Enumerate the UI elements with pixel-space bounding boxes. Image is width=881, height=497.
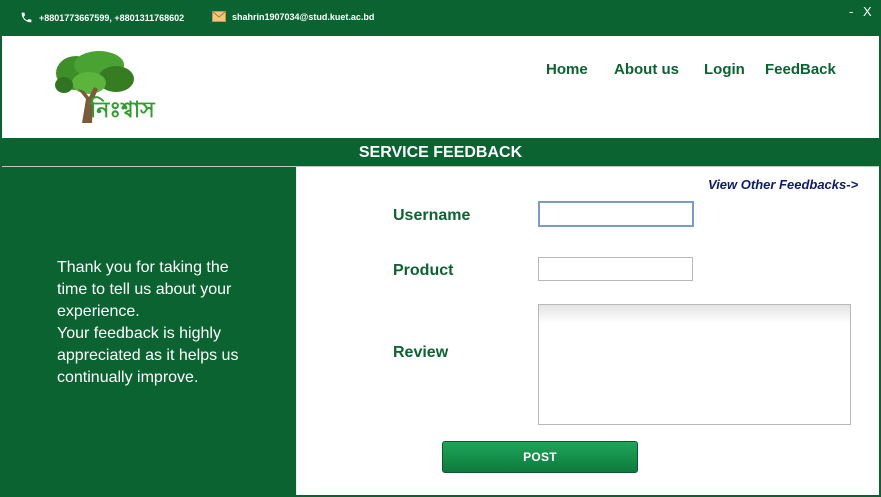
phone-contact: +8801773667599, +8801311768602 xyxy=(20,11,184,24)
feedback-form: View Other Feedbacks-> Username Product … xyxy=(297,167,879,495)
username-input[interactable] xyxy=(538,201,694,227)
username-label: Username xyxy=(393,207,471,224)
nav-login[interactable]: Login xyxy=(704,61,745,78)
feedback-window: +8801773667599, +8801311768602 shahrin19… xyxy=(0,0,881,497)
email-contact: shahrin1907034@stud.kuet.ac.bd xyxy=(212,11,374,22)
main-nav: Home About us Login FeedBack xyxy=(2,61,879,81)
post-button[interactable]: POST xyxy=(442,441,638,473)
product-label: Product xyxy=(393,262,454,279)
nav-home[interactable]: Home xyxy=(546,61,588,78)
phone-numbers: +8801773667599, +8801311768602 xyxy=(39,12,185,23)
nav-about-us[interactable]: About us xyxy=(614,61,679,78)
site-header: নিঃশ্বাস Home About us Login FeedBack xyxy=(2,36,879,138)
view-other-feedbacks-link[interactable]: View Other Feedbacks-> xyxy=(708,177,858,192)
close-button[interactable]: X xyxy=(863,4,872,19)
thank-you-panel: Thank you for taking the time to tell us… xyxy=(2,167,297,495)
contact-bar: +8801773667599, +8801311768602 shahrin19… xyxy=(0,0,881,36)
product-input[interactable] xyxy=(538,257,693,281)
logo-wordmark: নিঃশ্বাস xyxy=(89,96,156,123)
appreciation-line: Your feedback is highly appreciated as i… xyxy=(57,325,239,386)
mail-icon xyxy=(212,11,226,22)
phone-icon xyxy=(21,12,32,23)
review-textarea[interactable] xyxy=(538,304,851,425)
thank-you-message: Thank you for taking the time to tell us… xyxy=(57,257,262,389)
minimize-button[interactable]: - xyxy=(849,4,853,19)
nav-feedback[interactable]: FeedBack xyxy=(765,61,836,78)
page-title: SERVICE FEEDBACK xyxy=(2,140,879,167)
email-address: shahrin1907034@stud.kuet.ac.bd xyxy=(232,11,375,22)
review-label: Review xyxy=(393,344,449,361)
thank-you-line: Thank you for taking the time to tell us… xyxy=(57,259,232,320)
